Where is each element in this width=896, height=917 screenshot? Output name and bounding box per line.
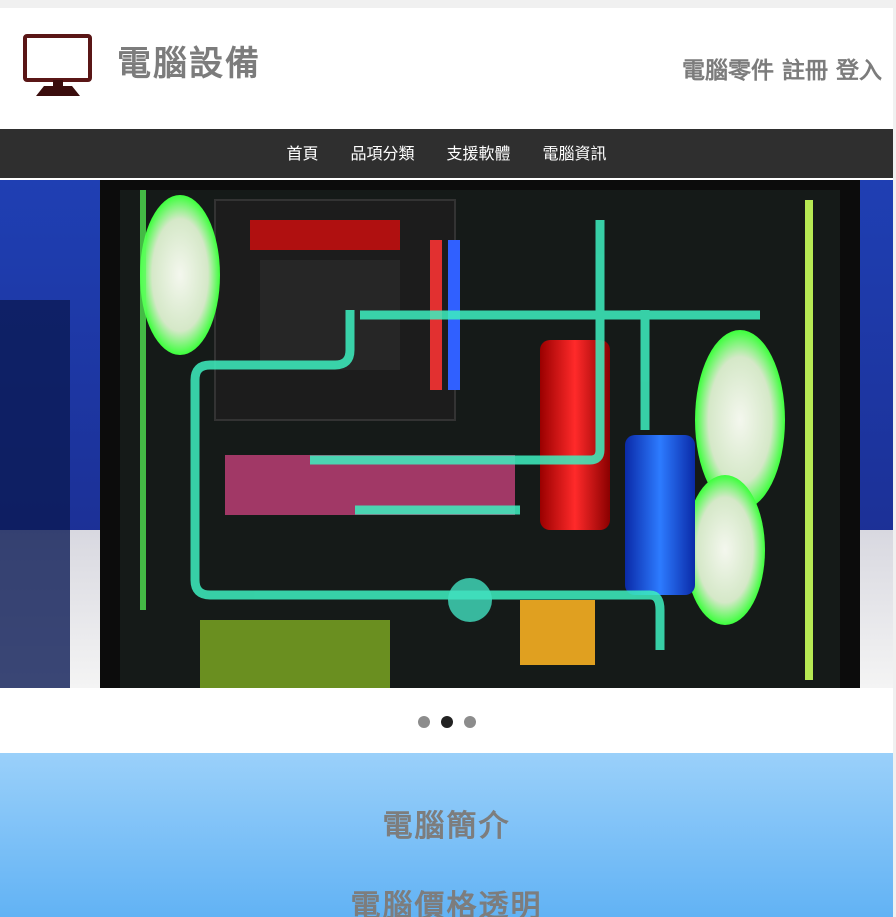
site-title[interactable]: 電腦設備 xyxy=(117,44,261,84)
register-link[interactable]: 註冊 xyxy=(782,58,828,84)
top-links: 電腦零件 註冊 登入 xyxy=(682,56,882,86)
pc-build-photo xyxy=(0,180,893,688)
intro-heading: 電腦簡介 xyxy=(382,809,511,844)
page-frame: 電腦設備 電腦零件 註冊 登入 首頁 品項分類 支援軟體 電腦資訊 電腦簡介 電… xyxy=(0,8,893,917)
intro-section: 電腦簡介 電腦價格透明 xyxy=(0,753,893,917)
parts-link[interactable]: 電腦零件 xyxy=(682,58,774,84)
carousel-dot-3[interactable] xyxy=(463,716,476,728)
main-nav: 首頁 品項分類 支援軟體 電腦資訊 xyxy=(0,129,893,178)
carousel-dot-1[interactable] xyxy=(417,716,430,728)
nav-item-categories[interactable]: 品項分類 xyxy=(350,144,414,164)
intro-subheading: 電腦價格透明 xyxy=(350,889,543,917)
carousel-dot-2[interactable] xyxy=(440,716,453,728)
site-header: 電腦設備 電腦零件 註冊 登入 xyxy=(0,8,893,129)
nav-item-info[interactable]: 電腦資訊 xyxy=(543,144,607,164)
login-link[interactable]: 登入 xyxy=(836,58,882,84)
hero-carousel[interactable] xyxy=(0,180,893,688)
nav-item-software[interactable]: 支援軟體 xyxy=(447,144,511,164)
monitor-icon[interactable] xyxy=(22,34,94,96)
carousel-indicators xyxy=(0,716,893,730)
nav-item-home[interactable]: 首頁 xyxy=(286,144,318,164)
